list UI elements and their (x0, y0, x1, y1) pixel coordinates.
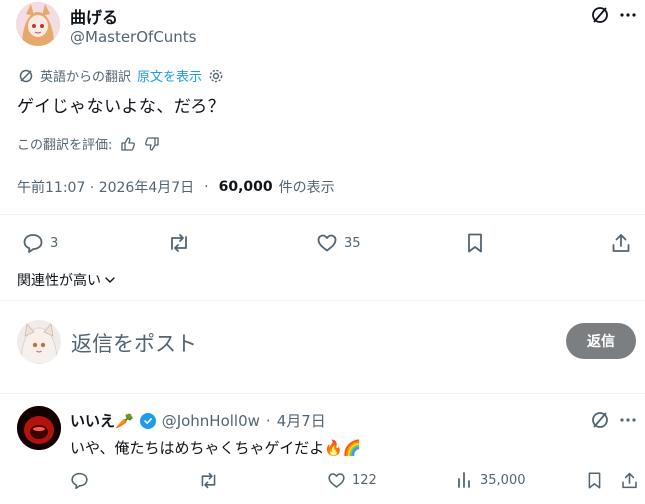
chevron-down-icon (104, 274, 116, 286)
reply-icon (70, 471, 89, 490)
reply-text: いや、俺たちはめちゃくちゃゲイだよ🔥🌈 (70, 439, 362, 457)
repost-icon (198, 471, 219, 490)
thumbs-down-icon[interactable] (144, 136, 160, 152)
reply-author-avatar[interactable] (17, 406, 61, 450)
like-count: 35 (344, 235, 361, 251)
reply-author-handle[interactable]: @JohnHoll0w (162, 412, 260, 430)
share-icon (610, 232, 632, 254)
author-handle[interactable]: @MasterOfCunts (70, 28, 197, 46)
reply-bookmark-action[interactable] (586, 471, 603, 490)
reply-sort-dropdown[interactable]: 関連性が高い (17, 270, 116, 290)
reply-submit-button[interactable]: 返信 (566, 323, 636, 359)
reply-reply-action[interactable] (70, 471, 89, 490)
reply-header: いいえ🥕 @JohnHoll0w · 4月7日 (70, 410, 326, 431)
meta-separator: · (265, 411, 271, 430)
heart-icon (327, 471, 346, 490)
reply-icon (22, 232, 44, 254)
reply-like-action[interactable]: 122 (327, 471, 377, 490)
author-avatar[interactable] (16, 2, 60, 46)
meta-separator: · (204, 179, 209, 195)
reply-composer-input[interactable]: 返信をポスト (71, 328, 197, 358)
reply-views-action[interactable]: 35,000 (456, 471, 526, 489)
rate-translation-label: この翻訳を評価: (17, 138, 113, 153)
grok-icon[interactable] (588, 3, 612, 27)
like-action[interactable]: 35 (316, 232, 361, 254)
translation-settings-icon[interactable] (208, 68, 224, 84)
verified-badge-icon (139, 412, 156, 429)
current-user-avatar[interactable] (17, 320, 61, 364)
tweet-text: ゲイじゃないよな、だろ？ (17, 97, 226, 117)
bookmark-action[interactable] (465, 232, 485, 254)
views-label: 件の表示 (278, 180, 335, 196)
share-action[interactable] (610, 232, 632, 254)
translation-label: 英語からの翻訳 (40, 70, 132, 85)
reply-count: 3 (50, 235, 59, 251)
rate-translation-row: この翻訳を評価: (17, 134, 160, 153)
repost-icon (167, 232, 191, 254)
heart-icon (316, 232, 338, 254)
divider (0, 300, 645, 301)
more-options-icon[interactable] (616, 408, 640, 432)
reply-views-count: 35,000 (480, 472, 526, 488)
bookmark-icon (586, 471, 603, 490)
reply-sort-label: 関連性が高い (17, 273, 101, 289)
divider (0, 393, 645, 394)
tweet-meta: 午前11:07 · 2026年4月7日 · 60,000 件の表示 (17, 177, 335, 197)
reply-date[interactable]: 4月7日 (277, 410, 326, 431)
show-original-link[interactable]: 原文を表示 (137, 66, 202, 85)
reply-action[interactable]: 3 (22, 232, 58, 254)
author-name[interactable]: 曲げる (70, 4, 118, 28)
repost-action[interactable] (167, 232, 191, 254)
reply-author-name[interactable]: いいえ🥕 (70, 410, 134, 431)
grok-icon[interactable] (588, 408, 612, 432)
share-icon (620, 471, 639, 490)
views-count: 60,000 (218, 179, 273, 195)
more-options-icon[interactable] (616, 3, 640, 27)
thumbs-up-icon[interactable] (120, 136, 136, 152)
divider (0, 214, 645, 215)
reply-share-action[interactable] (620, 471, 639, 490)
bookmark-icon (465, 232, 485, 254)
translation-row: 英語からの翻訳 原文を表示 (18, 66, 224, 85)
translate-icon (18, 68, 34, 84)
reply-like-count: 122 (352, 473, 377, 488)
analytics-icon (456, 471, 474, 489)
reply-repost-action[interactable] (198, 471, 219, 490)
tweet-timestamp[interactable]: 午前11:07 · 2026年4月7日 (17, 177, 194, 197)
